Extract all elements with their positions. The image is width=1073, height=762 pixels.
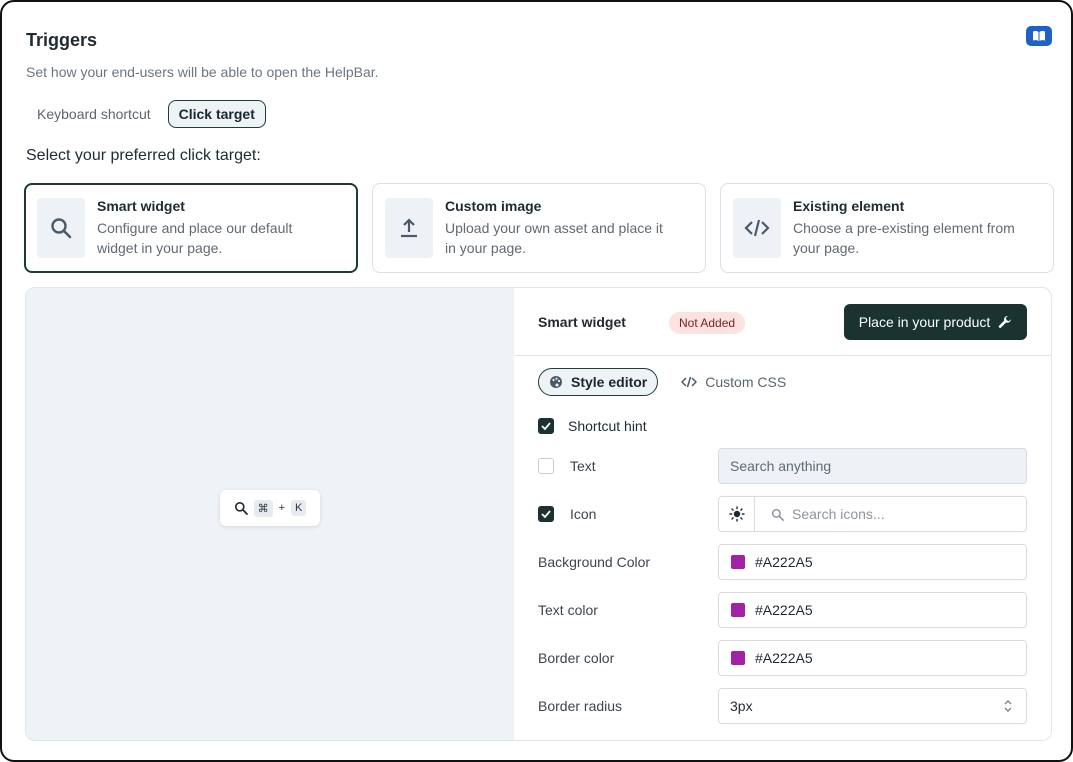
status-badge: Not Added: [669, 312, 746, 334]
shortcut-hint-label: Shortcut hint: [568, 418, 647, 434]
border-radius-label: Border radius: [538, 698, 623, 714]
border-color-input[interactable]: #A222A5: [718, 640, 1027, 676]
code-icon: [681, 376, 698, 388]
border-color-value: #A222A5: [755, 650, 813, 666]
option-description: Upload your own asset and place it in yo…: [445, 220, 663, 256]
tab-keyboard-shortcut[interactable]: Keyboard shortcut: [26, 100, 162, 128]
check-icon: [541, 422, 551, 430]
settings-header: Smart widget Not Added Place in your pro…: [514, 288, 1051, 356]
shortcut-key-k: K: [291, 500, 307, 516]
icon-label: Icon: [570, 506, 597, 522]
click-target-label: Select your preferred click target:: [26, 147, 261, 164]
chevron-up-down-icon: [1004, 700, 1012, 712]
icon-checkbox[interactable]: [538, 506, 554, 522]
widget-settings: Smart widget Not Added Place in your pro…: [514, 288, 1051, 740]
editor-tabs: Style editor Custom CSS: [538, 368, 797, 396]
icon-search-input[interactable]: Search icons...: [755, 506, 885, 522]
palette-icon: [550, 376, 562, 388]
tab-custom-css[interactable]: Custom CSS: [670, 368, 797, 396]
search-icon: [37, 198, 85, 258]
page-subtitle: Set how your end-users will be able to o…: [26, 64, 379, 80]
text-checkbox[interactable]: [538, 458, 554, 474]
app-window: Triggers Set how your end-users will be …: [0, 0, 1073, 762]
smart-widget-preview[interactable]: ⌘ + K: [220, 490, 320, 526]
tab-click-target[interactable]: Click target: [167, 100, 266, 128]
option-description: Configure and place our default widget i…: [97, 220, 293, 256]
option-description: Choose a pre-existing element from your …: [793, 220, 1015, 256]
tab-label: Style editor: [571, 374, 648, 390]
background-color-value: #A222A5: [755, 554, 813, 570]
upload-icon: [385, 198, 433, 258]
sun-icon: [728, 506, 745, 522]
trigger-tabs: Keyboard shortcut Click target: [26, 100, 266, 128]
code-icon: [733, 198, 781, 258]
settings-title: Smart widget: [538, 314, 626, 330]
option-existing-element[interactable]: Existing element Choose a pre-existing e…: [720, 183, 1054, 273]
option-title: Custom image: [445, 198, 542, 214]
color-swatch[interactable]: [731, 603, 745, 617]
border-color-label: Border color: [538, 650, 615, 666]
option-custom-image[interactable]: Custom image Upload your own asset and p…: [372, 183, 706, 273]
tab-style-editor[interactable]: Style editor: [538, 368, 659, 396]
place-button-label: Place in your product: [858, 314, 991, 330]
tab-label: Custom CSS: [705, 374, 787, 390]
shortcut-plus: +: [278, 502, 286, 514]
book-icon: [1033, 31, 1045, 41]
icon-search-placeholder: Search icons...: [792, 506, 885, 522]
icon-picker: Search icons...: [718, 496, 1027, 532]
search-icon: [234, 502, 248, 515]
border-radius-value: 3px: [730, 698, 753, 714]
text-color-label: Text color: [538, 602, 598, 618]
text-input[interactable]: Search anything: [718, 448, 1027, 484]
text-color-value: #A222A5: [755, 602, 813, 618]
option-title: Existing element: [793, 198, 905, 214]
border-radius-select[interactable]: 3px: [718, 688, 1027, 724]
click-target-options: Smart widget Configure and place our def…: [24, 183, 1054, 273]
shortcut-hint-checkbox[interactable]: [538, 418, 554, 434]
search-icon: [771, 508, 784, 521]
text-label: Text: [570, 458, 596, 474]
widget-preview-area: ⌘ + K: [26, 288, 514, 740]
docs-button[interactable]: [1026, 26, 1052, 46]
color-swatch[interactable]: [731, 651, 745, 665]
option-smart-widget[interactable]: Smart widget Configure and place our def…: [24, 183, 358, 273]
option-title: Smart widget: [97, 198, 185, 214]
icon-preview-button[interactable]: [719, 497, 755, 531]
shortcut-hint-row: Shortcut hint: [538, 418, 1027, 434]
shortcut-key-cmd: ⌘: [253, 499, 273, 517]
wrench-icon: [999, 316, 1012, 328]
color-swatch[interactable]: [731, 555, 745, 569]
place-in-product-button[interactable]: Place in your product: [844, 304, 1027, 340]
background-color-input[interactable]: #A222A5: [718, 544, 1027, 580]
widget-config-panel: ⌘ + K Smart widget Not Added Place in yo…: [25, 287, 1052, 741]
check-icon: [541, 510, 551, 518]
text-color-input[interactable]: #A222A5: [718, 592, 1027, 628]
background-color-label: Background Color: [538, 554, 651, 570]
page-title: Triggers: [26, 30, 98, 50]
